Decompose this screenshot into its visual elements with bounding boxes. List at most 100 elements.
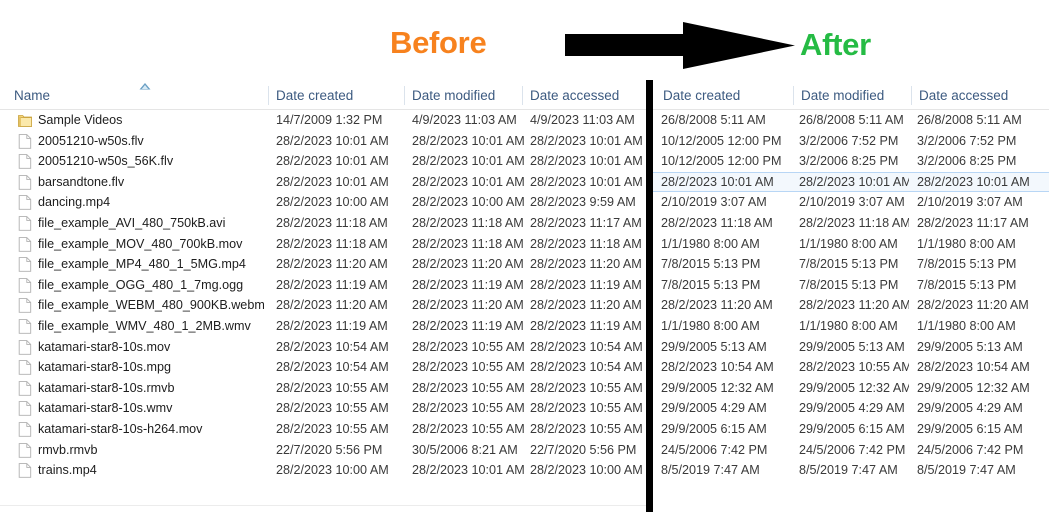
before-rows-container[interactable]: Sample Videos 14/7/2009 1:32 PM 4/9/2023 1… xyxy=(0,110,646,481)
table-row[interactable]: katamari-star8-10s.mov 28/2/2023 10:54 AM… xyxy=(0,337,646,358)
table-row[interactable]: 1/1/1980 8:00 AM 1/1/1980 8:00 AM 1/1/1980… xyxy=(653,316,1049,337)
cell-date-created: 7/8/2015 5:13 PM xyxy=(661,277,761,292)
cell-date-accessed: 3/2/2006 8:25 PM xyxy=(917,154,1017,169)
cell-date-created: 28/2/2023 10:55 AM xyxy=(276,401,389,416)
table-row[interactable]: trains.mp4 28/2/2023 10:00 AM 28/2/2023 10… xyxy=(0,460,646,481)
after-label: After xyxy=(800,27,871,62)
cell-date-modified: 3/2/2006 7:52 PM xyxy=(799,133,899,148)
table-row[interactable]: file_example_WMV_480_1_2MB.wmv 28/2/2023 … xyxy=(0,316,646,337)
cell-date-modified: 28/2/2023 11:20 AM xyxy=(412,298,524,313)
table-row[interactable]: katamari-star8-10s-h264.mov 28/2/2023 10:… xyxy=(0,419,646,440)
cell-date-created: 28/2/2023 10:01 AM xyxy=(276,174,389,189)
table-row[interactable]: file_example_AVI_480_750kB.avi 28/2/2023 … xyxy=(0,213,646,234)
before-file-list-pane[interactable]: Name Date created Date modified Date acc… xyxy=(0,82,646,512)
table-row[interactable]: file_example_WEBM_480_900KB.webm 28/2/202… xyxy=(0,295,646,316)
cell-date-modified: 28/2/2023 10:55 AM xyxy=(412,339,525,354)
cell-name: Sample Videos xyxy=(38,113,123,127)
before-after-banner: Before After xyxy=(0,0,1049,80)
table-row[interactable]: 28/2/2023 10:54 AM 28/2/2023 10:55 AM 28/2… xyxy=(653,357,1049,378)
cell-date-modified: 4/9/2023 11:03 AM xyxy=(412,113,517,127)
table-row[interactable]: file_example_MOV_480_700kB.mov 28/2/2023 … xyxy=(0,234,646,255)
table-row[interactable]: 2/10/2019 3:07 AM 2/10/2019 3:07 AM 2/10/2… xyxy=(653,192,1049,213)
cell-date-modified: 28/2/2023 10:55 AM xyxy=(412,380,525,395)
cell-date-accessed: 29/9/2005 6:15 AM xyxy=(917,421,1023,436)
cell-date-accessed: 28/2/2023 10:01 AM xyxy=(530,154,643,169)
table-row[interactable]: 29/9/2005 4:29 AM 29/9/2005 4:29 AM 29/9/2… xyxy=(653,398,1049,419)
table-row[interactable]: 7/8/2015 5:13 PM 7/8/2015 5:13 PM 7/8/2015… xyxy=(653,275,1049,296)
table-row[interactable]: 20051210-w50s.flv 28/2/2023 10:01 AM 28/2/… xyxy=(0,131,646,152)
table-row[interactable]: 10/12/2005 12:00 PM 3/2/2006 7:52 PM 3/2/2… xyxy=(653,131,1049,152)
table-row[interactable]: katamari-star8-10s.rmvb 28/2/2023 10:55 A… xyxy=(0,378,646,399)
right-arrow-icon xyxy=(565,22,795,70)
table-row[interactable]: file_example_OGG_480_1_7mg.ogg 28/2/2023 … xyxy=(0,275,646,296)
cell-date-modified: 28/2/2023 11:18 AM xyxy=(412,215,524,230)
cell-date-created: 28/2/2023 11:18 AM xyxy=(276,215,388,230)
table-row[interactable]: 26/8/2008 5:11 AM 26/8/2008 5:11 AM 26/8/2… xyxy=(653,110,1049,131)
table-row[interactable]: 7/8/2015 5:13 PM 7/8/2015 5:13 PM 7/8/2015… xyxy=(653,254,1049,275)
cell-date-created: 8/5/2019 7:47 AM xyxy=(661,463,760,478)
cell-date-accessed: 28/2/2023 10:01 AM xyxy=(530,133,643,148)
cell-date-accessed: 28/2/2023 10:01 AM xyxy=(530,174,643,189)
table-row[interactable]: dancing.mp4 28/2/2023 10:00 AM 28/2/2023 1… xyxy=(0,192,646,213)
cell-name: katamari-star8-10s-h264.mov xyxy=(38,421,203,436)
table-row[interactable]: 8/5/2019 7:47 AM 8/5/2019 7:47 AM 8/5/2019… xyxy=(653,460,1049,481)
after-rows-container[interactable]: 26/8/2008 5:11 AM 26/8/2008 5:11 AM 26/8/2… xyxy=(653,110,1049,481)
column-header-date-modified[interactable]: Date modified xyxy=(404,82,522,110)
cell-date-created: 29/9/2005 12:32 AM xyxy=(661,380,774,395)
table-row[interactable]: 10/12/2005 12:00 PM 3/2/2006 8:25 PM 3/2/2… xyxy=(653,151,1049,172)
cell-date-modified: 7/8/2015 5:13 PM xyxy=(799,257,899,272)
column-header-date-created[interactable]: Date created xyxy=(268,82,404,110)
table-row[interactable]: 24/5/2006 7:42 PM 24/5/2006 7:42 PM 24/5/2… xyxy=(653,440,1049,461)
cell-date-modified: 28/2/2023 10:55 AM xyxy=(412,360,525,375)
table-row[interactable]: katamari-star8-10s.wmv 28/2/2023 10:55 AM… xyxy=(0,398,646,419)
cell-date-accessed: 28/2/2023 10:55 AM xyxy=(530,401,643,416)
column-header-date-modified-after[interactable]: Date modified xyxy=(793,82,911,110)
table-row[interactable]: katamari-star8-10s.mpg 28/2/2023 10:54 AM… xyxy=(0,357,646,378)
cell-date-accessed: 28/2/2023 11:20 AM xyxy=(530,298,642,313)
cell-date-modified: 28/2/2023 11:20 AM xyxy=(412,257,524,272)
cell-name: file_example_WEBM_480_900KB.webm xyxy=(38,298,264,313)
table-row[interactable]: 28/2/2023 11:18 AM 28/2/2023 11:18 AM 28/2… xyxy=(653,213,1049,234)
table-row[interactable]: 1/1/1980 8:00 AM 1/1/1980 8:00 AM 1/1/1980… xyxy=(653,234,1049,255)
cell-name: 20051210-w50s_56K.flv xyxy=(38,154,174,169)
before-column-header-row[interactable]: Name Date created Date modified Date acc… xyxy=(0,82,646,110)
table-row[interactable]: 29/9/2005 5:13 AM 29/9/2005 5:13 AM 29/9/2… xyxy=(653,337,1049,358)
cell-date-accessed: 28/2/2023 11:19 AM xyxy=(530,277,642,292)
table-row[interactable]: 28/2/2023 11:20 AM 28/2/2023 11:20 AM 28/2… xyxy=(653,295,1049,316)
after-file-list-pane[interactable]: Date created Date modified Date accessed… xyxy=(653,82,1049,512)
cell-date-accessed: 22/7/2020 5:56 PM xyxy=(530,442,637,457)
cell-date-modified: 28/2/2023 11:18 AM xyxy=(412,236,524,251)
table-row[interactable]: Sample Videos 14/7/2009 1:32 PM 4/9/2023 1… xyxy=(0,110,646,131)
cell-date-created: 14/7/2009 1:32 PM xyxy=(276,113,383,127)
cell-date-modified: 28/2/2023 10:01 AM xyxy=(799,174,909,189)
column-header-date-accessed[interactable]: Date accessed xyxy=(522,82,646,110)
column-header-name[interactable]: Name xyxy=(6,82,256,110)
cell-name: file_example_MP4_480_1_5MG.mp4 xyxy=(38,257,246,272)
sort-ascending-icon xyxy=(139,83,151,90)
cell-name: katamari-star8-10s.wmv xyxy=(38,401,173,416)
table-row[interactable]: barsandtone.flv 28/2/2023 10:01 AM 28/2/20… xyxy=(0,172,646,193)
cell-date-accessed: 28/2/2023 10:00 AM xyxy=(530,463,643,478)
cell-date-accessed: 28/2/2023 10:54 AM xyxy=(530,339,643,354)
column-header-date-created-after[interactable]: Date created xyxy=(655,82,793,110)
table-row[interactable]: file_example_MP4_480_1_5MG.mp4 28/2/2023 … xyxy=(0,254,646,275)
cell-date-accessed: 28/2/2023 11:20 AM xyxy=(530,257,642,272)
table-row[interactable]: 29/9/2005 6:15 AM 29/9/2005 6:15 AM 29/9/2… xyxy=(653,419,1049,440)
column-header-date-accessed-after[interactable]: Date accessed xyxy=(911,82,1049,110)
cell-date-accessed: 1/1/1980 8:00 AM xyxy=(917,236,1016,251)
cell-date-created: 2/10/2019 3:07 AM xyxy=(661,195,767,210)
cell-date-modified: 29/9/2005 5:13 AM xyxy=(799,339,905,354)
table-row[interactable]: rmvb.rmvb 22/7/2020 5:56 PM 30/5/2006 8:21… xyxy=(0,440,646,461)
cell-date-accessed: 28/2/2023 11:17 AM xyxy=(530,215,642,230)
cell-date-modified: 8/5/2019 7:47 AM xyxy=(799,463,898,478)
cell-date-accessed: 28/2/2023 9:59 AM xyxy=(530,195,636,210)
table-row[interactable]: 28/2/2023 10:01 AM 28/2/2023 10:01 AM 28/2… xyxy=(653,171,1049,193)
cell-date-modified: 1/1/1980 8:00 AM xyxy=(799,236,898,251)
cell-date-created: 28/2/2023 11:20 AM xyxy=(661,298,773,313)
cell-date-accessed: 4/9/2023 11:03 AM xyxy=(530,113,635,127)
table-row[interactable]: 29/9/2005 12:32 AM 29/9/2005 12:32 AM 29/9… xyxy=(653,378,1049,399)
cell-name: file_example_MOV_480_700kB.mov xyxy=(38,236,243,251)
table-row[interactable]: 20051210-w50s_56K.flv 28/2/2023 10:01 AM 2… xyxy=(0,151,646,172)
cell-name: katamari-star8-10s.rmvb xyxy=(38,380,175,395)
after-column-header-row[interactable]: Date created Date modified Date accessed xyxy=(653,82,1049,110)
